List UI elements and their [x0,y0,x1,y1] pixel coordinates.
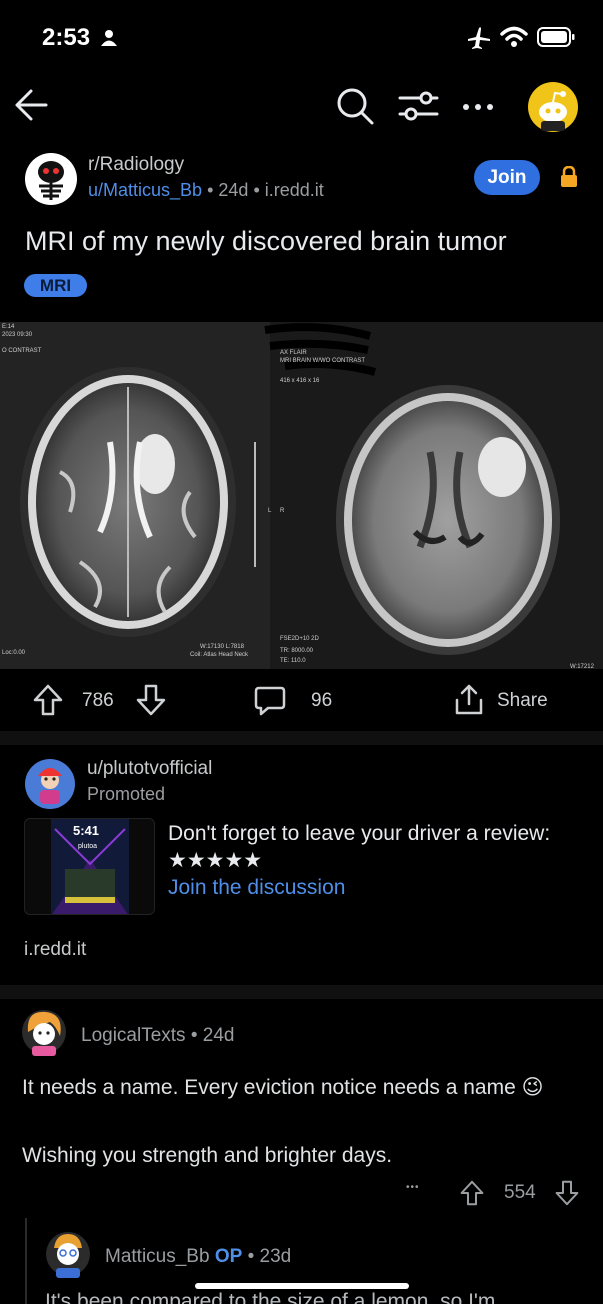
svg-text:TR: 8000.00: TR: 8000.00 [280,648,314,654]
post-author[interactable]: u/Matticus_Bb [88,180,202,200]
svg-text:Loc:0.00: Loc:0.00 [2,650,26,656]
svg-text:R: R [280,508,285,514]
svg-text:2023 09:30: 2023 09:30 [2,332,33,338]
thread-line [25,1218,27,1304]
post-domain[interactable]: i.redd.it [265,180,324,200]
svg-text:W:17212: W:17212 [570,664,595,669]
reply-meta: Matticus_Bb OP • 23d [105,1246,292,1267]
comment-more-icon[interactable]: ••• [406,1182,420,1193]
lock-icon [561,166,577,187]
comment-age: 24d [202,1025,235,1046]
search-icon[interactable] [335,86,375,126]
comment-meta: LogicalTexts • 24d [81,1025,235,1046]
post-age: 24d [218,180,249,200]
top-nav [0,72,603,146]
share-icon[interactable] [454,684,484,716]
comment-actions: ••• 554 [400,1178,590,1208]
subreddit-name[interactable]: r/Radiology [88,154,184,176]
ad-cta-link[interactable]: Join the discussion [168,876,345,900]
comment-count[interactable]: 96 [311,690,332,712]
ad-thumb-brand: plutoa [78,843,98,850]
status-time: 2:53 [42,24,91,51]
join-button[interactable]: Join [474,160,540,195]
battery-icon [537,27,575,47]
subreddit-icon[interactable] [24,152,78,206]
comment-text-2: Wishing you strength and brighter days. [22,1144,393,1167]
post-meta: u/Matticus_Bb • 24d • i.redd.it [88,180,324,200]
comment-text: It needs a name. Every eviction notice n… [22,1076,544,1099]
ad-thumbnail[interactable]: 5:41 plutoa [24,818,155,915]
more-options-icon[interactable] [462,102,494,112]
ad-domain[interactable]: i.redd.it [24,939,86,961]
share-button[interactable]: Share [497,690,548,712]
svg-text:416 x 416 x 16: 416 x 416 x 16 [280,378,320,384]
ad-thumb-time: 5:41 [73,823,100,838]
svg-text:E:14: E:14 [2,324,15,330]
section-divider [0,985,603,999]
mri-scan-image: E:14 2023 09:30 O CONTRAST AX FLAIR MRI BRA… [0,322,603,669]
reply-text: It's been compared to the size of a lemo… [45,1290,496,1304]
svg-text:Coil: Atlas Head Neck: Coil: Atlas Head Neck [190,652,249,658]
advertiser-name[interactable]: u/plutotvofficial [87,758,212,780]
wifi-icon [500,26,528,47]
home-indicator [195,1283,409,1289]
svg-text:TE: 110.0: TE: 110.0 [280,658,306,664]
post-vote-count: 786 [82,690,114,711]
section-divider [0,731,603,745]
comment-downvote-icon[interactable] [555,1180,579,1206]
reply-age: 23d [259,1246,292,1267]
ad-headline: Don't forget to leave your driver a revi… [168,822,551,872]
person-icon [101,30,117,46]
svg-text:AX FLAIR: AX FLAIR [280,350,307,356]
post-action-bar: 786 96 Share [0,676,603,726]
reply-avatar[interactable] [44,1228,92,1280]
svg-text:FSE2D+10 2D: FSE2D+10 2D [280,636,320,642]
post-title: MRI of my newly discovered brain tumor [25,226,507,256]
op-badge: OP [214,1246,243,1267]
user-avatar-icon[interactable] [527,81,579,133]
svg-text:W:17130 L:7818: W:17130 L:7818 [200,644,245,650]
back-arrow-icon[interactable] [12,86,50,124]
upvote-icon[interactable] [33,684,63,716]
commenter-avatar[interactable] [20,1006,68,1058]
comment-icon[interactable] [254,686,286,716]
comment-upvote-icon[interactable] [460,1180,484,1206]
post-flair[interactable]: MRI [24,274,87,297]
promoted-label: Promoted [87,784,166,804]
reply-author[interactable]: Matticus_Bb [105,1246,210,1267]
comment-author[interactable]: LogicalTexts [81,1025,186,1046]
status-bar: 2:53 [0,0,603,72]
svg-text:O CONTRAST: O CONTRAST [2,348,42,354]
filter-sliders-icon[interactable] [397,88,439,124]
advertiser-avatar[interactable] [24,758,76,810]
downvote-icon[interactable] [136,684,166,716]
comment-vote-count: 554 [504,1182,536,1203]
svg-text:MRI BRAIN W/WO CONTRAST: MRI BRAIN W/WO CONTRAST [280,358,365,364]
post-image[interactable]: E:14 2023 09:30 O CONTRAST AX FLAIR MRI BRA… [0,322,603,669]
airplane-icon [468,27,490,49]
